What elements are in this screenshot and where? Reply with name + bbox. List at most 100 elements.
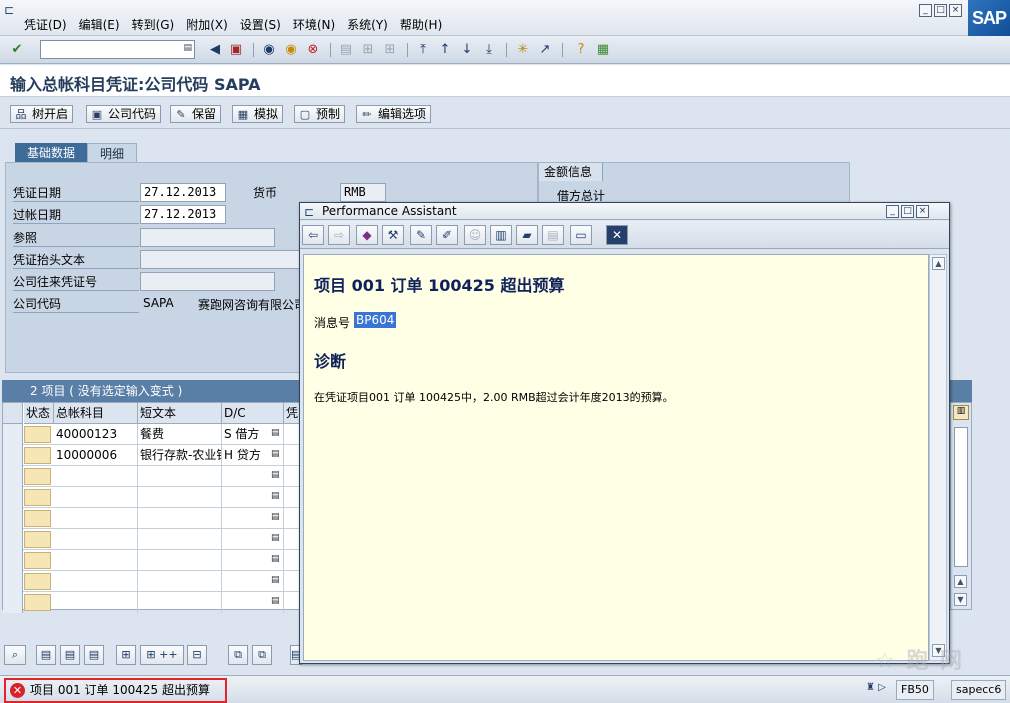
gl-account-cell[interactable] xyxy=(54,487,138,508)
menu-extras[interactable]: 附加(X) xyxy=(182,17,236,33)
short-text-cell[interactable] xyxy=(138,508,222,529)
copy-icon[interactable]: ⧉ xyxy=(228,645,248,665)
last-page-icon[interactable]: ⤓ xyxy=(480,41,498,59)
book-icon[interactable]: ◆ xyxy=(356,225,378,245)
window-icon[interactable]: ▭ xyxy=(570,225,592,245)
short-text-cell[interactable]: 银行存款-农业银行 xyxy=(138,445,222,466)
dropdown-icon[interactable]: ▤ xyxy=(271,575,280,585)
back-nav-icon[interactable]: ◉ xyxy=(260,41,278,59)
gl-account-cell[interactable] xyxy=(54,550,138,571)
close-icon[interactable]: ✕ xyxy=(606,225,628,245)
dropdown-icon[interactable]: ▤ xyxy=(271,533,280,543)
gl-account-cell[interactable] xyxy=(54,571,138,592)
print-icon[interactable]: ▤ xyxy=(337,41,355,59)
print-icon[interactable]: ▤ xyxy=(542,225,564,245)
edit-icon[interactable]: ✎ xyxy=(410,225,432,245)
block-icon[interactable]: ▤ xyxy=(84,645,104,665)
row-selector[interactable] xyxy=(3,592,23,613)
menu-goto[interactable]: 转到(G) xyxy=(128,17,183,33)
doc-date-field[interactable]: 27.12.2013 xyxy=(140,183,226,202)
row-selector[interactable] xyxy=(3,466,23,487)
row-selector[interactable] xyxy=(3,571,23,592)
first-page-icon[interactable]: ⤒ xyxy=(414,41,432,59)
dialog-maximize-button[interactable]: □ xyxy=(901,205,914,218)
row-selector[interactable] xyxy=(3,487,23,508)
menu-environment[interactable]: 环境(N) xyxy=(289,17,343,33)
short-text-cell[interactable] xyxy=(138,529,222,550)
gl-account-cell[interactable] xyxy=(54,592,138,613)
insert-rows-icon[interactable]: ⊞ ++ xyxy=(140,645,184,665)
glossary-icon[interactable]: ✐ xyxy=(436,225,458,245)
dialog-minimize-button[interactable]: _ xyxy=(886,205,899,218)
gl-account-cell[interactable]: 40000123 xyxy=(54,424,138,445)
dialog-close-button[interactable]: × xyxy=(916,205,929,218)
post-date-field[interactable]: 27.12.2013 xyxy=(140,205,226,224)
short-text-cell[interactable] xyxy=(138,550,222,571)
col-short-text[interactable]: 短文本 xyxy=(138,403,222,424)
details-icon[interactable]: ⌕ xyxy=(4,645,26,665)
select-all-icon[interactable]: ▤ xyxy=(36,645,56,665)
col-status[interactable]: 状态 xyxy=(24,403,54,424)
close-window-button[interactable]: × xyxy=(949,4,962,17)
minimize-button[interactable]: _ xyxy=(919,4,932,17)
save-icon[interactable]: ▣ xyxy=(227,41,245,59)
grid-vertical-scrollbar[interactable]: ▥ ▲ ▼ xyxy=(950,402,972,610)
scroll-track[interactable] xyxy=(954,427,968,567)
tree-on-button[interactable]: 品树开启 xyxy=(10,105,74,123)
command-field[interactable]: ▤ xyxy=(40,40,195,59)
dialog-system-icon[interactable]: ⊏ xyxy=(304,205,320,219)
menu-system[interactable]: 系统(Y) xyxy=(343,17,396,33)
trading-partner-field[interactable] xyxy=(140,272,275,291)
dialog-title-bar[interactable]: ⊏ Performance Assistant _ □ × xyxy=(300,203,949,220)
dialog-scroll-up-icon[interactable]: ▲ xyxy=(932,257,945,270)
row-selector[interactable] xyxy=(3,445,23,466)
menu-help[interactable]: 帮助(H) xyxy=(396,17,450,33)
short-text-cell[interactable]: 餐费 xyxy=(138,424,222,445)
layout-icon[interactable]: ▦ xyxy=(594,41,612,59)
row-selector[interactable] xyxy=(3,508,23,529)
company-code-button[interactable]: ▣ 公司代码 xyxy=(86,105,162,123)
tech-info-icon[interactable]: ⚒ xyxy=(382,225,404,245)
gl-account-cell[interactable] xyxy=(54,508,138,529)
session-info-icon[interactable]: ♜ ▷ xyxy=(866,682,886,693)
find-icon[interactable]: ⊞ xyxy=(359,41,377,59)
system-menu-icon[interactable]: ⊏ xyxy=(4,3,20,17)
dropdown-icon[interactable]: ▤ xyxy=(271,512,280,522)
person-icon[interactable]: ☺ xyxy=(464,225,486,245)
previous-page-icon[interactable]: ↑ xyxy=(436,41,454,59)
gl-account-cell[interactable] xyxy=(54,529,138,550)
cancel-icon[interactable]: ⊗ xyxy=(304,41,322,59)
simulate-button[interactable]: ▦ 模拟 xyxy=(232,105,284,123)
shortcut-icon[interactable]: ↗ xyxy=(536,41,554,59)
hold-button[interactable]: ▢ 预制 xyxy=(294,105,346,123)
back-icon[interactable]: ◀ xyxy=(206,41,224,59)
table-icon[interactable]: ▥ xyxy=(490,225,512,245)
short-text-cell[interactable] xyxy=(138,571,222,592)
bookmark-icon[interactable]: ▰ xyxy=(516,225,538,245)
gl-account-cell[interactable]: 10000006 xyxy=(54,445,138,466)
dropdown-icon[interactable]: ▤ xyxy=(271,554,280,564)
scroll-down-icon[interactable]: ▼ xyxy=(954,593,967,606)
exit-icon[interactable]: ◉ xyxy=(282,41,300,59)
header-text-field[interactable] xyxy=(140,250,305,269)
paste-icon[interactable]: ⧉ xyxy=(252,645,272,665)
command-dropdown-icon[interactable]: ▤ xyxy=(183,43,192,53)
dropdown-icon[interactable]: ▤ xyxy=(271,449,280,459)
enter-icon[interactable]: ✔ xyxy=(8,41,26,59)
message-number[interactable]: BP604 xyxy=(354,312,397,328)
row-selector[interactable] xyxy=(3,550,23,571)
editing-options-button[interactable]: ✏ 编辑选项 xyxy=(356,105,432,123)
tab-details[interactable]: 明细 xyxy=(87,143,138,163)
menu-document[interactable]: 凭证(D) xyxy=(20,17,75,33)
delete-row-icon[interactable]: ⊟ xyxy=(187,645,207,665)
row-selector[interactable] xyxy=(3,424,23,445)
col-gl-account[interactable]: 总帐科目 xyxy=(54,403,138,424)
short-text-cell[interactable] xyxy=(138,592,222,613)
currency-field[interactable]: RMB xyxy=(340,183,386,202)
select-all-cell[interactable] xyxy=(3,403,23,424)
menu-settings[interactable]: 设置(S) xyxy=(236,17,289,33)
row-selector[interactable] xyxy=(3,529,23,550)
find-next-icon[interactable]: ⊞ xyxy=(381,41,399,59)
short-text-cell[interactable] xyxy=(138,487,222,508)
help-icon[interactable]: ? xyxy=(572,41,590,59)
